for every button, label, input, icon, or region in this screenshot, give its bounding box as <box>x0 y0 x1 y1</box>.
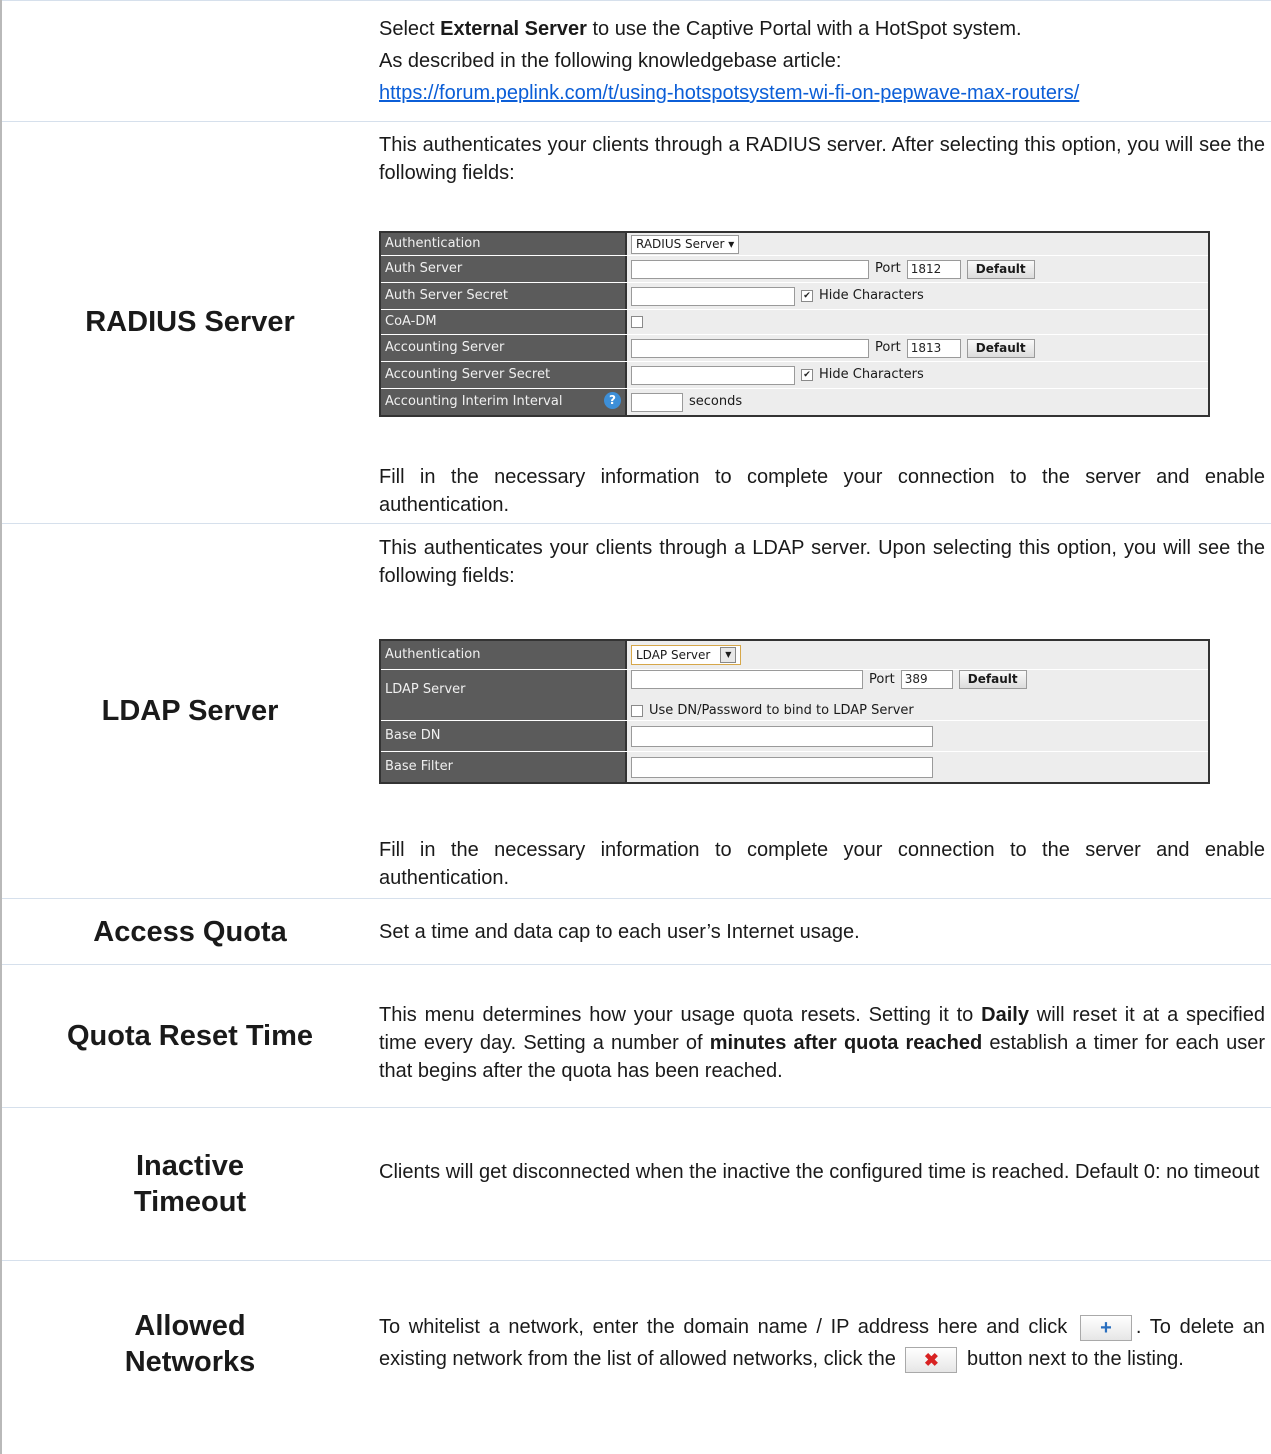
port-label: Port <box>875 340 901 355</box>
auth-server-input[interactable] <box>631 259 869 279</box>
radius-server-label: RADIUS Server <box>85 306 295 338</box>
ldap-outro: Fill in the necessary information to com… <box>379 839 1265 889</box>
port-label: Port <box>875 261 901 276</box>
allowed-networks-label: Allowed Networks <box>124 1309 256 1378</box>
seconds-label: seconds <box>689 394 743 409</box>
radius-intro: This authenticates your clients through … <box>379 134 1265 184</box>
accounting-port-input[interactable]: 1813 <box>906 338 961 358</box>
interim-interval-label: Accounting Interim Interval ? <box>381 389 625 415</box>
ldap-default-button[interactable]: Default <box>958 670 1027 689</box>
quota-reset-description: This menu determines how your usage quot… <box>379 1004 1265 1082</box>
accounting-secret-input[interactable] <box>631 365 795 385</box>
coa-dm-label: CoA-DM <box>381 310 625 334</box>
ldap-server-description: This authenticates your clients through … <box>379 524 1265 898</box>
access-quota-description: Set a time and data cap to each user’s I… <box>379 920 860 943</box>
dropdown-arrow-icon[interactable]: ▼ <box>720 647 737 663</box>
allowed-networks-row: Allowed Networks To whitelist a network,… <box>2 1261 1271 1454</box>
plus-icon: + <box>1100 1316 1112 1339</box>
auth-secret-input[interactable] <box>631 286 795 306</box>
accounting-server-input[interactable] <box>631 338 869 358</box>
base-dn-input[interactable] <box>631 725 933 747</box>
authentication-select[interactable]: LDAP Server ▼ <box>631 645 742 665</box>
radius-server-row: RADIUS Server This authenticates your cl… <box>2 121 1271 524</box>
authentication-label: Authentication <box>381 233 625 255</box>
external-server-row: Select External Server to use the Captiv… <box>2 0 1271 122</box>
authentication-select[interactable]: RADIUS Server ▾ <box>631 234 740 254</box>
ldap-server-input[interactable] <box>631 670 863 689</box>
auth-default-button[interactable]: Default <box>966 259 1035 279</box>
accounting-server-label: Accounting Server <box>381 335 625 361</box>
close-icon: ✖ <box>923 1349 939 1370</box>
ldap-intro: This authenticates your clients through … <box>379 537 1265 587</box>
ldap-server-field-label: LDAP Server <box>381 670 625 720</box>
knowledgebase-link[interactable]: https://forum.peplink.com/t/using-hotspo… <box>379 82 1079 104</box>
hide-characters-label: Hide Characters <box>819 367 924 382</box>
bind-dn-checkbox[interactable] <box>631 704 643 717</box>
authentication-label: Authentication <box>381 641 625 669</box>
accounting-default-button[interactable]: Default <box>966 338 1035 358</box>
base-filter-input[interactable] <box>631 756 933 778</box>
radius-settings-table: Authentication RADIUS Server ▾ Auth Serv… <box>379 231 1210 417</box>
access-quota-label: Access Quota <box>93 915 287 948</box>
radius-server-description: This authenticates your clients through … <box>379 121 1265 523</box>
external-line1: Select External Server to use the Captiv… <box>379 18 1022 40</box>
auth-server-label: Auth Server <box>381 256 625 282</box>
hide-characters-checkbox[interactable]: ✔ <box>801 369 813 381</box>
interim-interval-input[interactable] <box>631 392 683 412</box>
base-dn-label: Base DN <box>381 721 625 751</box>
quota-reset-row: Quota Reset Time This menu determines ho… <box>2 965 1271 1108</box>
auth-port-input[interactable]: 1812 <box>906 259 961 279</box>
auth-secret-label: Auth Server Secret <box>381 283 625 309</box>
coa-dm-checkbox[interactable] <box>631 316 643 328</box>
radius-outro: Fill in the necessary information to com… <box>379 466 1265 516</box>
ldap-server-label: LDAP Server <box>101 695 279 727</box>
external-line2: As described in the following knowledgeb… <box>379 50 842 72</box>
delete-network-button[interactable]: ✖ <box>905 1346 958 1373</box>
external-server-description: Select External Server to use the Captiv… <box>379 15 1265 121</box>
quota-reset-label: Quota Reset Time <box>66 1020 314 1052</box>
add-network-button[interactable]: + <box>1079 1314 1132 1341</box>
hide-characters-label: Hide Characters <box>819 288 924 303</box>
ldap-server-row: LDAP Server This authenticates your clie… <box>2 524 1271 899</box>
allowed-networks-description: To whitelist a network, enter the domain… <box>379 1311 1265 1454</box>
access-quota-row: Access Quota Set a time and data cap to … <box>2 899 1271 965</box>
accounting-secret-label: Accounting Server Secret <box>381 362 625 388</box>
base-filter-label: Base Filter <box>381 752 625 782</box>
ldap-settings-table: Authentication LDAP Server ▼ LDAP Server … <box>379 639 1210 784</box>
help-icon[interactable]: ? <box>604 392 621 409</box>
document-page: Select External Server to use the Captiv… <box>0 0 1271 1454</box>
port-label: Port <box>869 671 895 687</box>
inactive-timeout-description: Clients will get disconnected when the i… <box>379 1161 1260 1183</box>
ldap-port-input[interactable]: 389 <box>900 670 953 689</box>
hide-characters-checkbox[interactable]: ✔ <box>801 290 813 302</box>
